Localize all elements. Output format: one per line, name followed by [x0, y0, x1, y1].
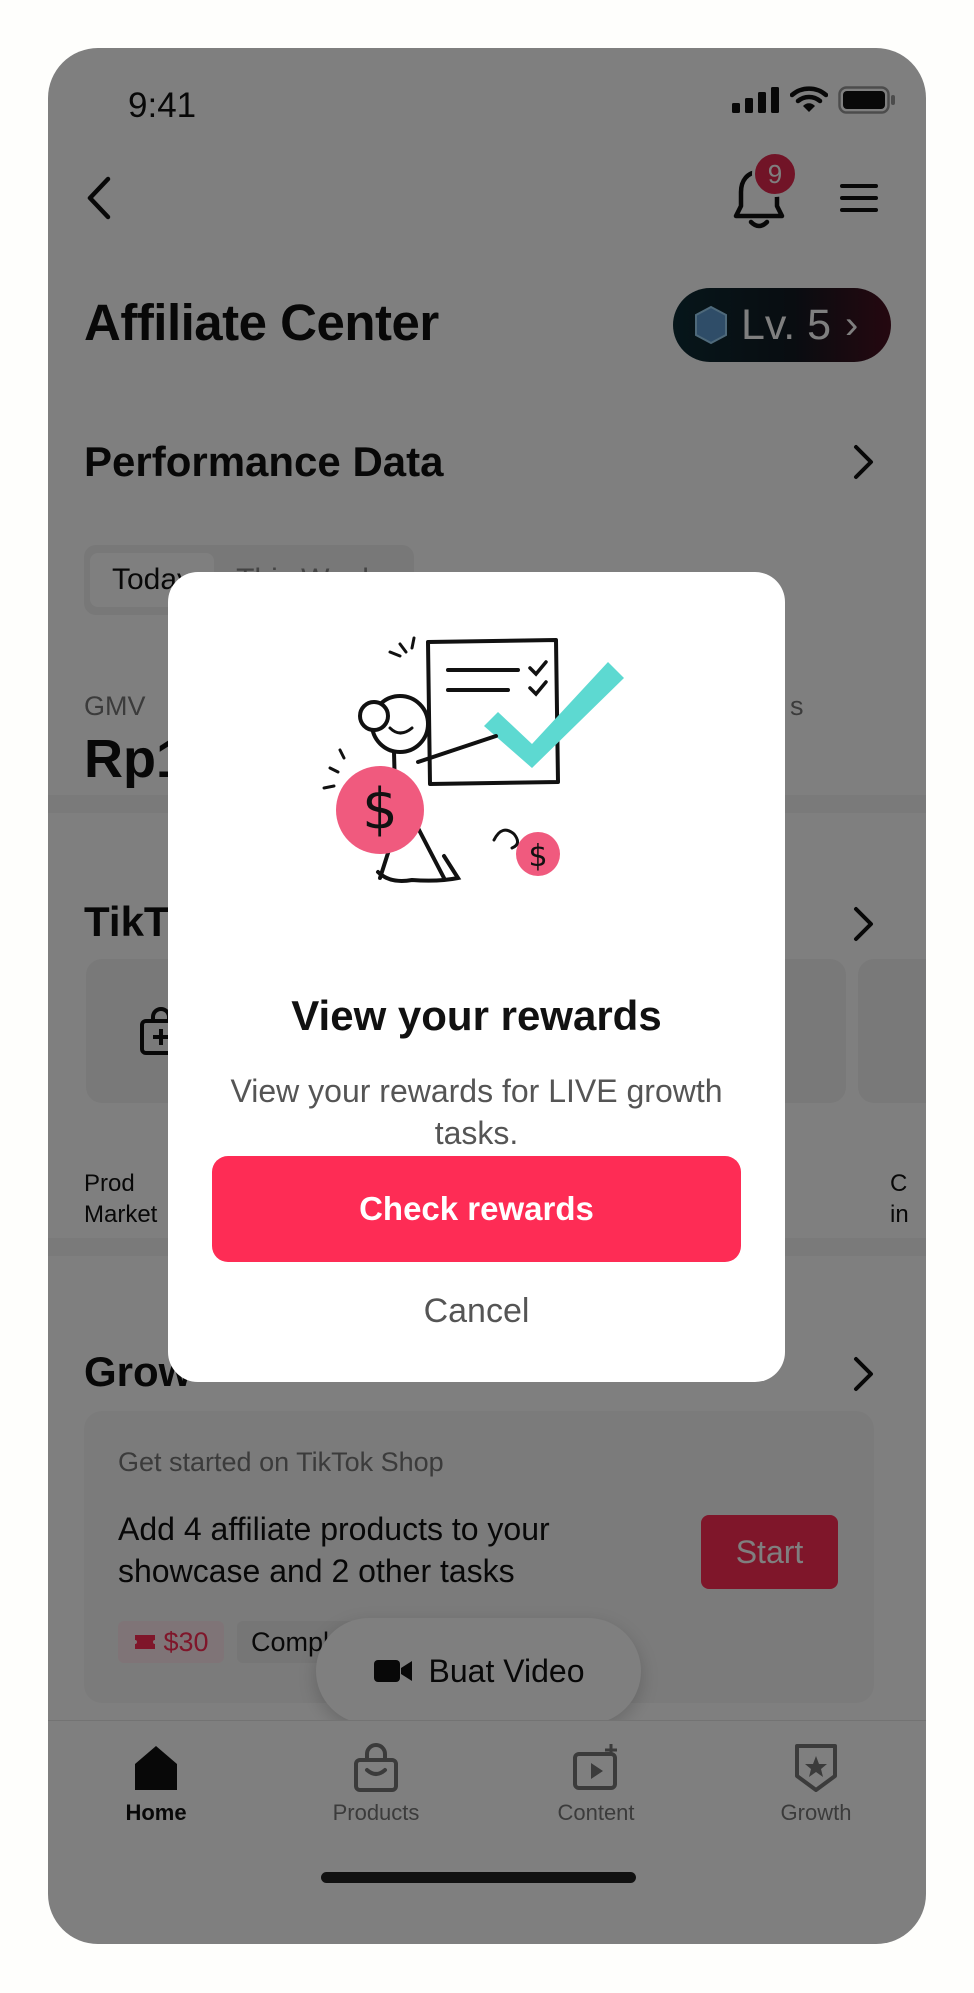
modal-title: View your rewards: [291, 992, 662, 1039]
dollar-icon: $: [362, 777, 398, 842]
phone-screen: 9:41 9 Affiliate Center Lv. 5 ›: [48, 48, 926, 1944]
check-rewards-button[interactable]: Check rewards: [212, 1156, 741, 1262]
home-indicator: [321, 1872, 636, 1883]
cancel-button[interactable]: Cancel: [168, 1292, 785, 1331]
rewards-illustration: $ $: [322, 636, 624, 883]
modal-description: View your rewards for LIVE growth tasks.: [230, 1073, 723, 1151]
rewards-modal: $ $ View your rewards View your rewards …: [168, 572, 785, 1382]
svg-text:$: $: [528, 839, 547, 874]
